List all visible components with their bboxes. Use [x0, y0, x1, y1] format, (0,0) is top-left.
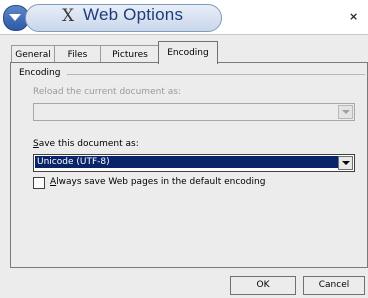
save-as-dropdown-button[interactable]: [338, 156, 353, 170]
save-as-label: Save this document as:: [33, 139, 139, 149]
chevron-down-icon: [9, 14, 21, 21]
chevron-down-icon: [342, 161, 350, 165]
chevron-down-icon: [342, 110, 350, 114]
group-divider: [67, 74, 365, 75]
tab-encoding[interactable]: Encoding: [158, 41, 218, 64]
always-save-label: Always save Web pages in the default enc…: [50, 177, 265, 187]
always-save-label-text: lways save Web pages in the default enco…: [56, 177, 266, 187]
app-logo-icon: X: [62, 6, 75, 26]
cancel-button[interactable]: Cancel: [303, 276, 365, 295]
title-bar: X Web Options ×: [0, 0, 368, 34]
ok-button[interactable]: OK: [230, 276, 296, 295]
save-as-value: Unicode (UTF-8): [35, 156, 341, 168]
reload-dropdown-button: [338, 105, 353, 119]
reload-as-label: Reload the current document as:: [33, 87, 181, 97]
save-as-select[interactable]: Unicode (UTF-8): [33, 154, 355, 172]
window-title: Web Options: [83, 5, 184, 24]
dialog-body: General Files Pictures Encoding Encoding…: [0, 34, 368, 298]
reload-as-select: [33, 103, 355, 121]
save-as-label-text: ave this document as:: [38, 139, 139, 149]
always-save-checkbox[interactable]: [33, 177, 45, 189]
close-icon[interactable]: ×: [349, 10, 358, 23]
encoding-group-label: Encoding: [19, 68, 64, 78]
encoding-tab-panel: Encoding Reload the current document as:…: [10, 62, 368, 268]
